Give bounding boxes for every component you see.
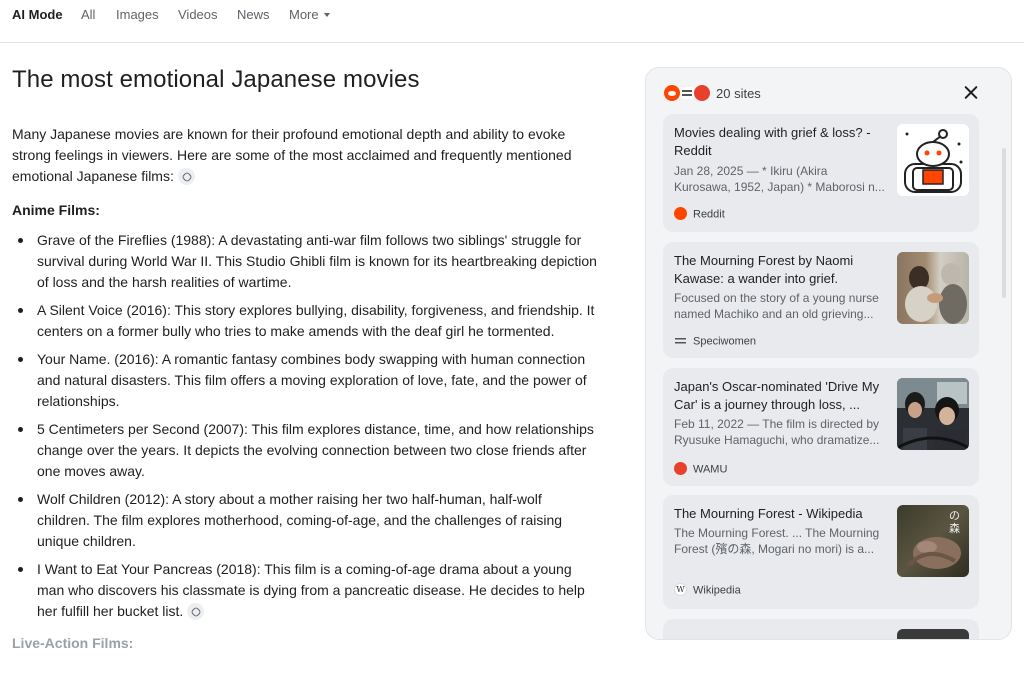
section-heading-anime: Anime Films: [12,202,100,218]
card-snippet-line: Feb 11, 2022 — The film is directed by [674,417,879,431]
sites-count: 20 sites [716,86,761,101]
reddit-mascot-icon [904,129,963,193]
source-card-wikipedia[interactable]: The Mourning Forest - Wikipedia The Mour… [663,495,979,609]
card-thumbnail [897,629,969,639]
section-heading-live-action: Live-Action Films: [12,635,134,651]
source-card-reddit[interactable]: Movies dealing with grief & loss? - Redd… [663,114,979,232]
list-item-text: I Want to Eat Your Pancreas (2018): This… [37,561,585,619]
card-snippet-line: Ryusuke Hamaguchi, who dramatize... [674,433,880,447]
card-title: Japan's Oscar-nominated 'Drive My Car' i… [674,379,880,412]
card-snippet-line: The Mourning Forest. ... The Mourning [674,526,880,540]
card-snippet-line: Kurosawa, 1952, Japan) * Maborosi n... [674,180,885,194]
speciwomen-icon [674,334,687,347]
tab-videos[interactable]: Videos [178,7,218,22]
card-snippet: The Mourning Forest. ... The Mourning Fo… [674,525,888,557]
source-card-wamu[interactable]: Japan's Oscar-nominated 'Drive My Car' i… [663,368,979,486]
intro-text: Many Japanese movies are known for their… [12,126,572,184]
card-snippet: Jan 28, 2025 — * Ikiru (Akira Kurosawa, … [674,163,888,195]
tab-ai-mode[interactable]: AI Mode [12,7,63,22]
tab-more-label: More [289,7,319,22]
citation-link-icon[interactable] [187,602,205,620]
card-thumbnail [897,252,969,324]
card-thumbnail [897,124,969,196]
speciwomen-icon [680,87,694,99]
reddit-icon [664,85,680,101]
list-item: A Silent Voice (2016): This story explor… [12,300,597,342]
chevron-down-icon [323,12,330,17]
card-source: WAMU [674,462,728,477]
wikipedia-icon: W [674,583,687,596]
list-item: Your Name. (2016): A romantic fantasy co… [12,349,597,412]
card-snippet-line: Forest (殯の森, Mogari no mori) is a... [674,542,875,556]
card-title: Movies dealing with grief & loss? - Redd… [674,125,871,158]
source-card-speciwomen[interactable]: The Mourning Forest by Naomi Kawase: a w… [663,242,979,358]
source-favicons [662,82,712,104]
list-item: Wolf Children (2012): A story about a mo… [12,489,597,552]
page-title: The most emotional Japanese movies [12,66,420,93]
source-card-partial[interactable] [663,619,979,639]
card-title: The Mourning Forest - Wikipedia [674,506,863,521]
card-thumbnail: の森 [897,505,969,577]
top-nav: AI Mode All Images Videos News More [0,0,1024,43]
tab-all[interactable]: All [81,7,95,22]
reddit-icon [674,207,687,220]
card-source: Speciwomen [674,335,756,349]
card-snippet-line: named Machiko and an old grieving... [674,307,874,321]
scrollbar[interactable] [1002,148,1006,298]
thumbnail-caption: の森 [949,509,960,535]
card-source-name: WAMU [693,463,728,476]
list-item: 5 Centimeters per Second (2007): This fi… [12,419,597,482]
sources-panel: 20 sites Movies dealing with grief & los… [645,67,1012,640]
anime-list: Grave of the Fireflies (1988): A devasta… [12,230,602,622]
card-source-name: Reddit [693,208,725,221]
tab-more[interactable]: More [289,7,330,22]
answer-content: The most emotional Japanese movies Many … [12,66,602,663]
sources-header: 20 sites [662,82,1002,104]
card-thumbnail [897,378,969,450]
card-snippet-line: Jan 28, 2025 — * Ikiru (Akira [674,164,828,178]
wamu-icon [694,85,710,101]
card-source: W Wikipedia [674,583,741,598]
card-title: The Mourning Forest by Naomi Kawase: a w… [674,253,854,286]
card-source: Reddit [674,207,725,222]
wamu-icon [674,462,687,475]
card-snippet-line: Focused on the story of a young nurse [674,291,879,305]
tab-images[interactable]: Images [116,7,159,22]
card-source-name: Wikipedia [693,584,741,597]
intro-paragraph: Many Japanese movies are known for their… [12,124,592,187]
card-snippet: Focused on the story of a young nurse na… [674,290,888,322]
close-icon[interactable] [961,83,981,103]
list-item: Grave of the Fireflies (1988): A devasta… [12,230,597,293]
card-source-name: Speciwomen [693,335,756,348]
citation-link-icon[interactable] [177,167,195,185]
tab-news[interactable]: News [237,7,270,22]
card-snippet: Feb 11, 2022 — The film is directed by R… [674,416,888,448]
list-item: I Want to Eat Your Pancreas (2018): This… [12,559,597,622]
